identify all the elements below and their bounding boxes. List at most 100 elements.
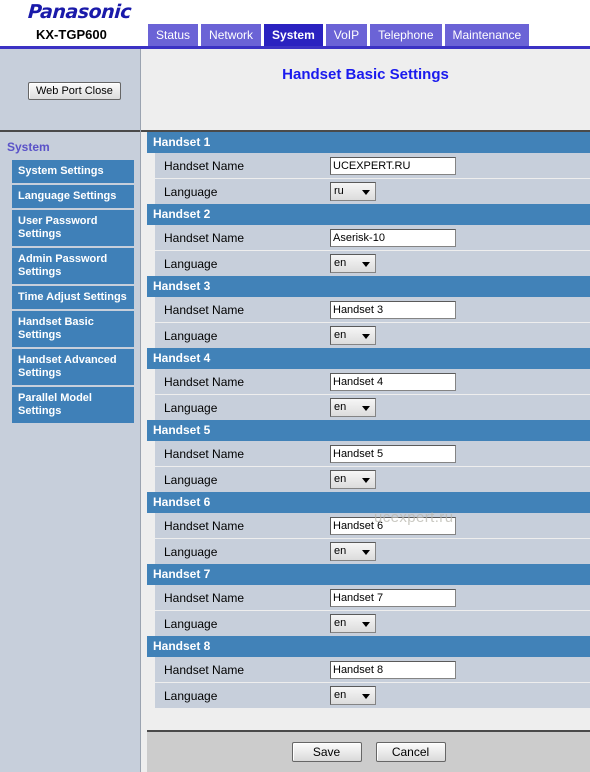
- tab-status[interactable]: Status: [148, 24, 199, 46]
- handset-list: Handset 1 Handset Name Language ru Handset 2…: [141, 132, 590, 708]
- panasonic-logo: Panasonic: [27, 1, 132, 23]
- sidebar-item-admin-password-settings[interactable]: Admin Password Settings: [12, 248, 134, 284]
- chevron-down-icon: [362, 406, 370, 411]
- language-label: Language: [164, 472, 218, 487]
- language-label: Language: [164, 400, 218, 415]
- handset-language-row: Language en: [141, 251, 590, 276]
- handset-section-header: Handset 3: [141, 276, 590, 297]
- handset-section-header: Handset 8: [141, 636, 590, 657]
- page-title: Handset Basic Settings: [282, 66, 449, 83]
- handset-name-label: Handset Name: [164, 590, 245, 605]
- handset-name-input[interactable]: [330, 588, 456, 607]
- handset-name-input[interactable]: [330, 228, 456, 247]
- language-select-value: en: [334, 545, 347, 557]
- tab-system[interactable]: System: [264, 24, 323, 46]
- language-label: Language: [164, 184, 218, 199]
- handset-language-row: Language en: [141, 539, 590, 564]
- language-label: Language: [164, 328, 218, 343]
- language-select-value: en: [334, 329, 347, 341]
- tab-maintenance[interactable]: Maintenance: [444, 24, 530, 46]
- tab-telephone[interactable]: Telephone: [370, 24, 442, 46]
- handset-name-label: Handset Name: [164, 446, 245, 461]
- language-label: Language: [164, 688, 218, 703]
- handset-section-header: Handset 7: [141, 564, 590, 585]
- sidebar-item-system-settings[interactable]: System Settings: [12, 160, 134, 183]
- language-select[interactable]: en: [330, 254, 376, 273]
- page-title-area: Handset Basic Settings: [141, 49, 590, 132]
- handset-language-row: Language en: [141, 395, 590, 420]
- save-button[interactable]: Save: [291, 742, 362, 762]
- handset-name-input[interactable]: [330, 660, 456, 679]
- language-select-value: en: [334, 617, 347, 629]
- handset-language-row: Language en: [141, 323, 590, 348]
- handset-name-input[interactable]: [330, 516, 456, 535]
- handset-name-row: Handset Name: [141, 513, 590, 538]
- handset-settings-form: Handset 1 Handset Name Language ru Handset 2…: [141, 132, 590, 730]
- handset-section-header: Handset 2: [141, 204, 590, 225]
- handset-name-label: Handset Name: [164, 374, 245, 389]
- handset-name-input[interactable]: [330, 444, 456, 463]
- handset-section-header: Handset 5: [141, 420, 590, 441]
- brand-bar: Panasonic: [0, 0, 590, 24]
- handset-name-row: Handset Name: [141, 153, 590, 178]
- language-select-value: en: [334, 257, 347, 269]
- sidebar-item-time-adjust-settings[interactable]: Time Adjust Settings: [12, 286, 134, 309]
- sidebar-item-parallel-model-settings[interactable]: Parallel Model Settings: [12, 387, 134, 423]
- chevron-down-icon: [362, 622, 370, 627]
- sidebar-item-handset-basic-settings[interactable]: Handset Basic Settings: [12, 311, 134, 347]
- handset-name-label: Handset Name: [164, 158, 245, 173]
- language-select[interactable]: ru: [330, 182, 376, 201]
- handset-language-row: Language en: [141, 611, 590, 636]
- language-select[interactable]: en: [330, 614, 376, 633]
- handset-section-header: Handset 6: [141, 492, 590, 513]
- handset-name-label: Handset Name: [164, 518, 245, 533]
- cancel-button[interactable]: Cancel: [375, 742, 446, 762]
- handset-name-row: Handset Name: [141, 225, 590, 250]
- handset-name-row: Handset Name: [141, 657, 590, 682]
- tab-network[interactable]: Network: [201, 24, 262, 46]
- language-select[interactable]: en: [330, 686, 376, 705]
- tab-voip[interactable]: VoIP: [325, 24, 368, 46]
- sidebar: Web Port Close System System Settings Lan…: [0, 49, 140, 772]
- handset-name-row: Handset Name: [141, 585, 590, 610]
- language-select[interactable]: en: [330, 542, 376, 561]
- web-port-close-button[interactable]: Web Port Close: [28, 82, 121, 100]
- language-select-value: en: [334, 689, 347, 701]
- handset-name-input[interactable]: [330, 300, 456, 319]
- content-area: Handset Basic Settings Handset 1 Handset …: [140, 49, 590, 772]
- handset-language-row: Language en: [141, 467, 590, 492]
- model-name: KX-TGP600: [36, 27, 107, 42]
- language-select-value: en: [334, 473, 347, 485]
- handset-name-row: Handset Name: [141, 441, 590, 466]
- chevron-down-icon: [362, 262, 370, 267]
- handset-name-label: Handset Name: [164, 230, 245, 245]
- page-body: Web Port Close System System Settings Lan…: [0, 49, 590, 772]
- handset-name-input[interactable]: [330, 372, 456, 391]
- language-label: Language: [164, 544, 218, 559]
- sidebar-item-language-settings[interactable]: Language Settings: [12, 185, 134, 208]
- chevron-down-icon: [362, 694, 370, 699]
- handset-section-header: Handset 1: [141, 132, 590, 153]
- language-select[interactable]: en: [330, 398, 376, 417]
- sidebar-item-handset-advanced-settings[interactable]: Handset Advanced Settings: [12, 349, 134, 385]
- language-label: Language: [164, 616, 218, 631]
- sidebar-item-user-password-settings[interactable]: User Password Settings: [12, 210, 134, 246]
- language-select[interactable]: en: [330, 326, 376, 345]
- handset-name-label: Handset Name: [164, 662, 245, 677]
- language-select[interactable]: en: [330, 470, 376, 489]
- chevron-down-icon: [362, 478, 370, 483]
- chevron-down-icon: [362, 334, 370, 339]
- handset-name-label: Handset Name: [164, 302, 245, 317]
- handset-language-row: Language en: [141, 683, 590, 708]
- language-select-value: ru: [334, 185, 344, 197]
- sidebar-section-title: System: [7, 140, 50, 154]
- footer-actions: Save Cancel: [141, 732, 590, 772]
- language-select-value: en: [334, 401, 347, 413]
- nav-tabs: Status Network System VoIP Telephone Maintena…: [148, 24, 590, 46]
- handset-name-row: Handset Name: [141, 297, 590, 322]
- language-label: Language: [164, 256, 218, 271]
- tab-bar: KX-TGP600 Status Network System VoIP Telepho…: [0, 24, 590, 46]
- handset-name-input[interactable]: [330, 156, 456, 175]
- handset-name-row: Handset Name: [141, 369, 590, 394]
- handset-language-row: Language ru: [141, 179, 590, 204]
